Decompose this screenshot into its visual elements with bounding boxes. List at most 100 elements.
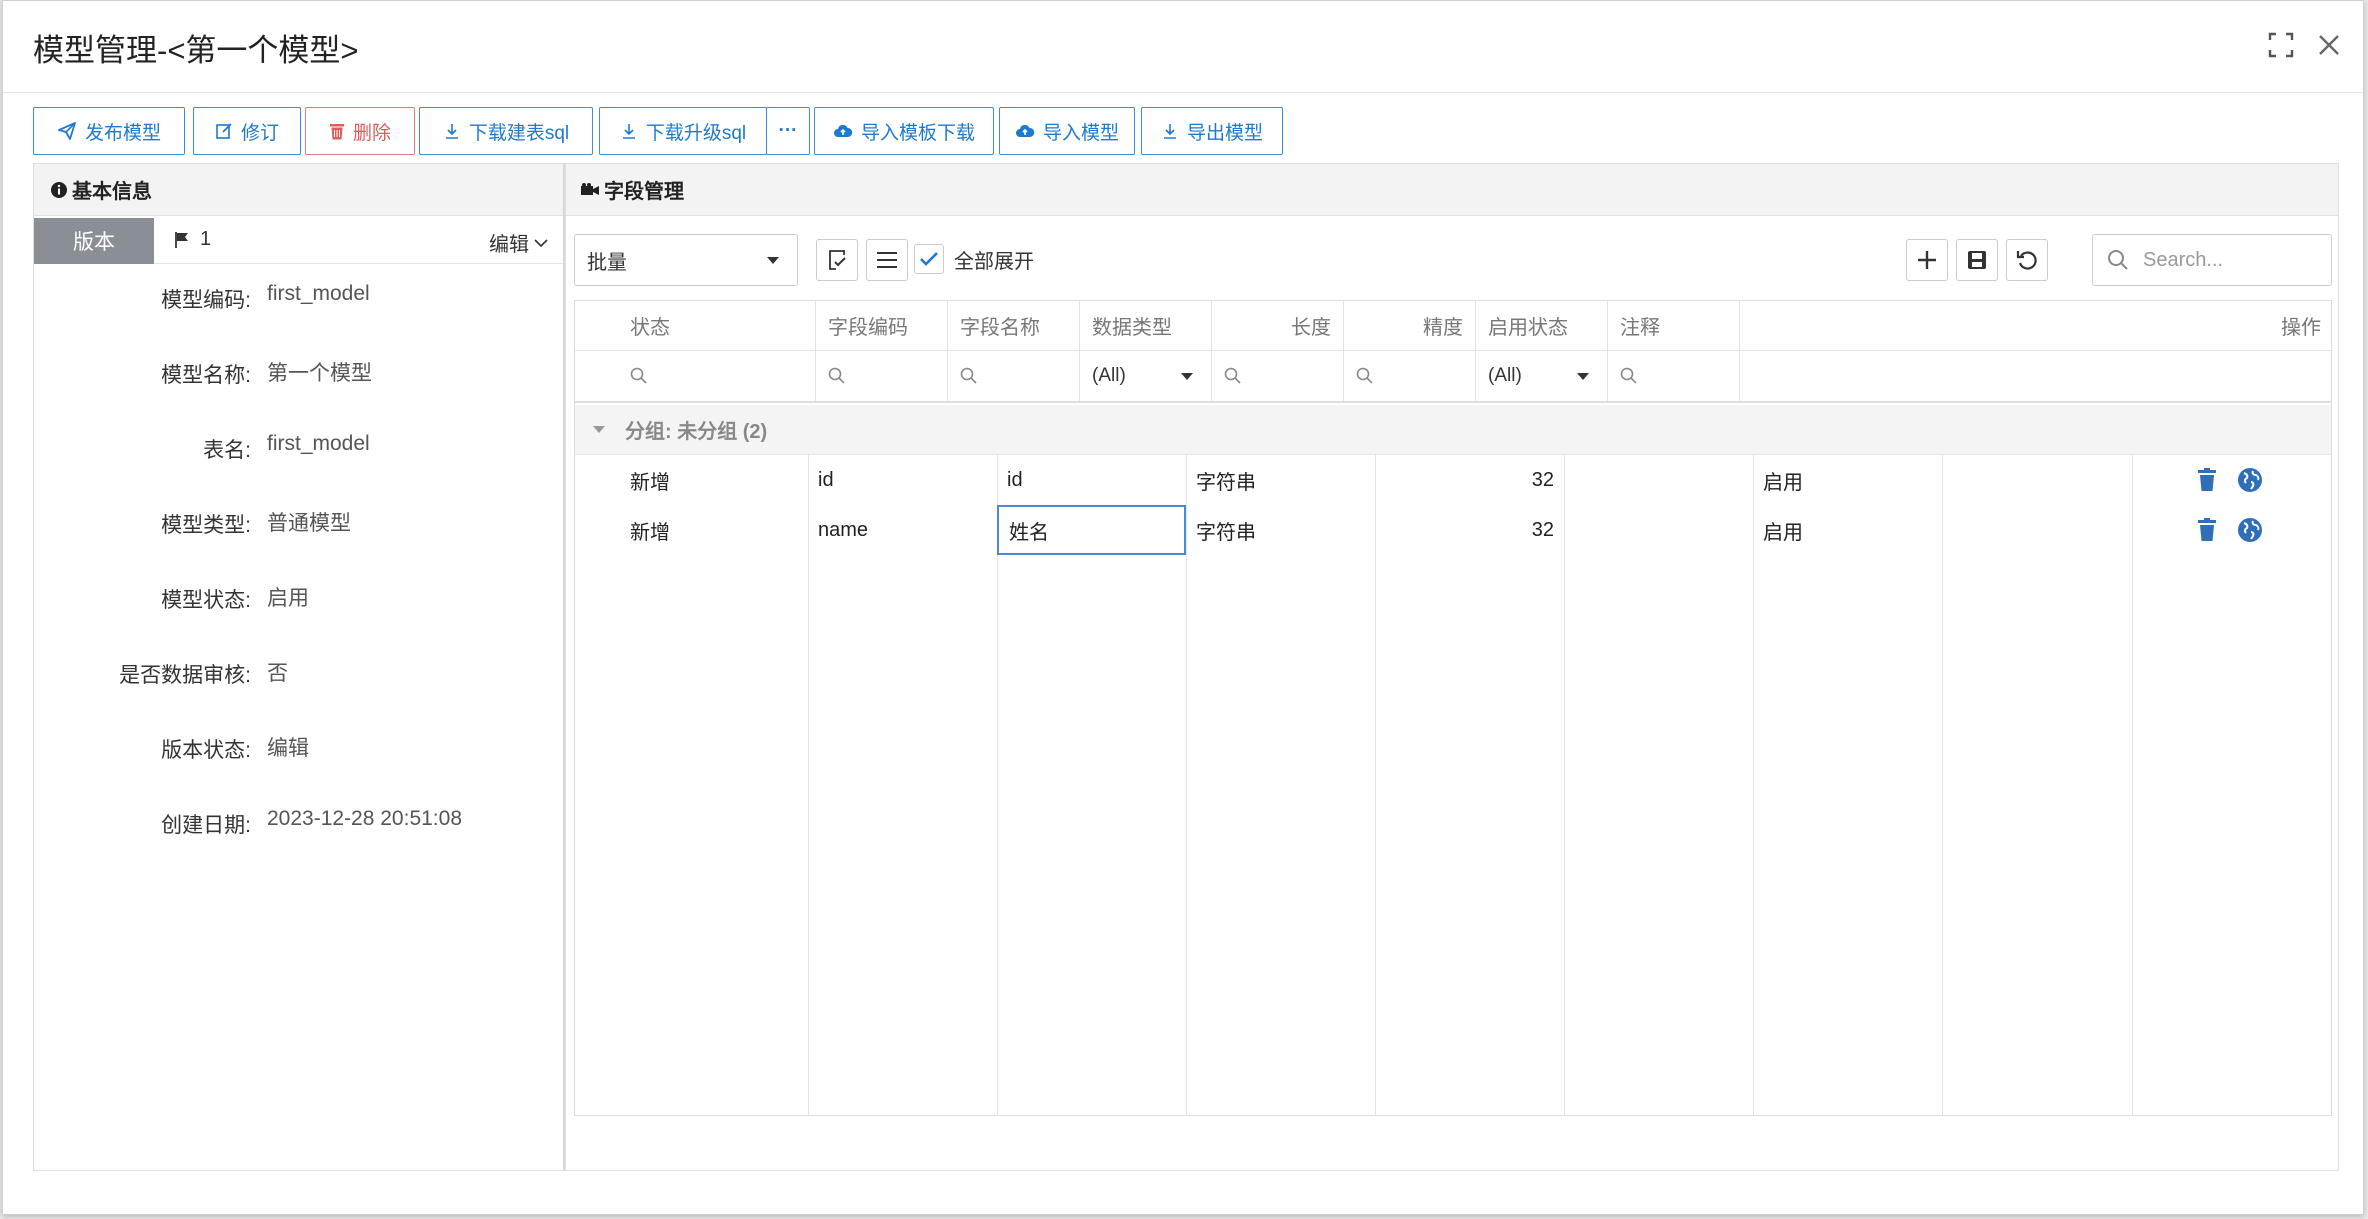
column-header-field-name[interactable]: 字段名称 [948,301,1080,350]
fields-grid: 状态 字段编码 字段名称 数据类型 长度 精度 启用状态 注释 操作 (All)… [574,300,2332,1116]
close-icon[interactable] [2309,25,2349,65]
column-header-precision[interactable]: 精度 [1344,301,1476,350]
info-label: 模型类型: [161,514,251,537]
table-row[interactable]: 新增 name 姓名 字符串 32 启用 [575,505,2331,555]
column-header-data-type[interactable]: 数据类型 [1080,301,1212,350]
filter-enable-status[interactable]: (All) [1476,351,1608,401]
info-value: 否 [267,662,288,685]
filter-status[interactable] [575,351,816,401]
revise-button[interactable]: 修订 [193,107,301,155]
info-value: first_model [267,432,370,455]
trash-icon [329,124,344,140]
cell-enable-status[interactable]: 启用 [1753,455,1942,505]
batch-select[interactable]: 批量 [574,234,798,286]
search-icon [1356,367,1373,384]
cell-status[interactable]: 新增 [620,455,808,505]
info-label: 创建日期: [161,814,251,837]
basic-info-header: 基本信息 [34,164,563,216]
search-icon [1224,367,1241,384]
filter-length[interactable] [1212,351,1344,401]
search-input[interactable] [2141,247,2311,273]
column-header-comment[interactable]: 注释 [1608,301,1740,350]
export-model-button[interactable]: 导出模型 [1141,107,1283,155]
filter-comment[interactable] [1608,351,1740,401]
field-management-header: 字段管理 [566,164,2338,216]
cell-comment[interactable] [1942,455,2132,505]
import-template-download-button[interactable]: 导入模板下载 [814,107,994,155]
import-model-button[interactable]: 导入模型 [999,107,1135,155]
version-status-dropdown[interactable]: 编辑 [489,228,549,257]
edit-icon [216,123,232,139]
save-button[interactable] [1956,239,1998,281]
column-chooser-button[interactable] [866,239,908,281]
import-model-label: 导入模型 [1042,122,1119,144]
cell-data-type[interactable]: 字符串 [1186,505,1375,555]
filter-data-type-value: (All) [1092,365,1126,386]
more-options-button[interactable]: ··· [766,107,810,155]
globe-icon[interactable] [2237,467,2263,493]
grid-search[interactable] [2092,234,2332,286]
cell-comment[interactable] [1942,505,2132,555]
filter-field-name[interactable] [948,351,1080,401]
version-status-value: 编辑 [489,234,529,256]
send-icon [58,122,76,140]
cell-field-code[interactable]: name [808,505,997,555]
trash-icon[interactable] [2197,518,2217,542]
download-upgrade-sql-button[interactable]: 下载升级sql [599,107,767,155]
cell-field-name[interactable]: id [997,455,1186,505]
save-icon [1968,251,1986,269]
maximize-icon[interactable] [2261,25,2301,65]
globe-icon[interactable] [2237,517,2263,543]
undo-button[interactable] [2006,239,2048,281]
expand-all-box[interactable] [914,244,944,274]
publish-model-button[interactable]: 发布模型 [33,107,185,155]
cell-data-type[interactable]: 字符串 [1186,455,1375,505]
field-management-title: 字段管理 [604,181,684,203]
column-header-field-code[interactable]: 字段编码 [816,301,948,350]
search-icon [2108,250,2128,270]
info-value: 第一个模型 [267,362,372,385]
plus-icon [1918,251,1936,269]
dialog-header: 模型管理-<第一个模型> [3,1,2363,93]
info-row-model-code: 模型编码: first_model [34,282,563,324]
basic-info-title: 基本信息 [72,181,152,203]
cell-enable-status[interactable]: 启用 [1753,505,1942,555]
delete-button[interactable]: 删除 [305,107,415,155]
trash-icon[interactable] [2197,468,2217,492]
version-tab[interactable]: 版本 [34,218,154,264]
info-value: 编辑 [267,737,309,760]
download-icon [445,124,458,139]
cell-status[interactable]: 新增 [620,505,808,555]
cell-length[interactable]: 32 [1375,455,1564,505]
cloud-upload-icon [1015,124,1035,137]
select-rows-button[interactable] [816,239,858,281]
caret-down-icon[interactable] [593,426,605,433]
filter-field-code[interactable] [816,351,948,401]
info-value: first_model [267,282,370,305]
info-label: 是否数据审核: [119,664,251,687]
table-row[interactable]: 新增 id id 字符串 32 启用 [575,455,2331,505]
cell-field-name-editing[interactable]: 姓名 [997,505,1186,555]
download-create-sql-button[interactable]: 下载建表sql [419,107,593,155]
column-header-enable-status[interactable]: 启用状态 [1476,301,1608,350]
filter-precision[interactable] [1344,351,1476,401]
add-row-button[interactable] [1906,239,1948,281]
cell-precision[interactable] [1564,505,1753,555]
info-label: 模型状态: [161,589,251,612]
info-row-data-audit: 是否数据审核: 否 [34,659,563,699]
search-icon [630,367,647,384]
column-header-length[interactable]: 长度 [1212,301,1344,350]
group-label: 分组: 未分组 (2) [625,421,768,443]
cell-precision[interactable] [1564,455,1753,505]
chevron-down-icon [534,238,548,247]
expand-all-checkbox[interactable]: 全部展开 [914,244,1034,274]
cell-field-code[interactable]: id [808,455,997,505]
info-value: 2023-12-28 20:51:08 [267,807,462,830]
download-icon [1163,124,1176,139]
group-row[interactable]: 分组: 未分组 (2) [575,405,2331,455]
dialog-title: 模型管理-<第一个模型> [33,33,359,68]
column-header-status[interactable]: 状态 [575,301,816,350]
cell-length[interactable]: 32 [1375,505,1564,555]
filter-data-type[interactable]: (All) [1080,351,1212,401]
info-row-created-date: 创建日期: 2023-12-28 20:51:08 [34,807,563,849]
